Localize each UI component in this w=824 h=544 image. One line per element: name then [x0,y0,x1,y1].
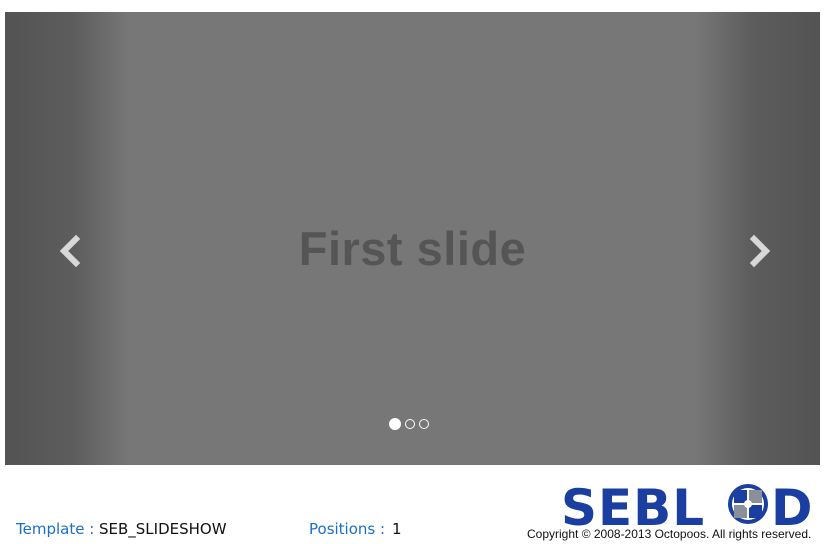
chevron-left-icon [59,234,81,268]
slide-indicators [389,418,429,430]
seblod-logo: SEBL D [561,479,816,537]
copyright-notice: Copyright © 2008-2013 Octopoos. All righ… [527,527,812,541]
indicator-dot-2[interactable] [405,419,415,429]
positions-label: Positions : [309,520,386,538]
slide-caption: First slide [298,222,527,275]
indicator-dot-1[interactable] [389,418,401,430]
next-slide-button[interactable] [740,231,780,271]
template-value: SEB_SLIDESHOW [99,520,227,538]
slideshow-carousel: First slide [5,12,820,465]
svg-text:D: D [771,482,813,528]
positions-value: 1 [392,520,402,538]
template-label: Template : [16,520,95,538]
previous-slide-button[interactable] [50,231,90,271]
indicator-dot-3[interactable] [419,419,429,429]
svg-text:SEBL: SEBL [561,482,705,528]
chevron-right-icon [749,234,771,268]
